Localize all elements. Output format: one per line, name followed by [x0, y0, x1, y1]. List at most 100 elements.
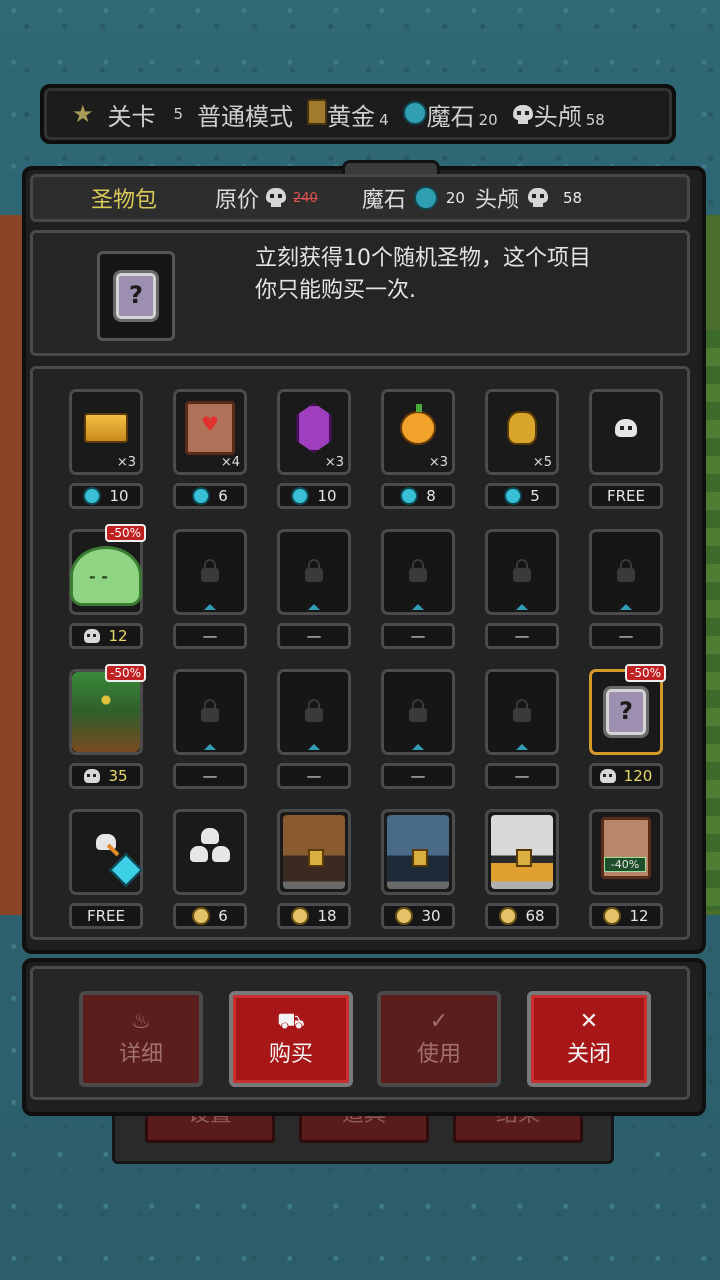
- shop-item-slot[interactable]: [69, 809, 143, 895]
- coin-currency-icon: [291, 907, 310, 925]
- shop-item-slot[interactable]: [381, 809, 455, 895]
- item-price: 10: [69, 483, 143, 509]
- item-price: 18: [277, 903, 351, 929]
- shop-cell-coupon: -40% 12: [589, 809, 663, 929]
- shop-item-slot[interactable]: ×3: [277, 389, 351, 475]
- unlock-arrow-icon: [308, 744, 320, 750]
- shop-item-slot[interactable]: ? -50%: [589, 664, 666, 755]
- heart-scroll-icon: [185, 401, 235, 455]
- item-price-value: —: [306, 627, 322, 645]
- skull-icon: [615, 419, 637, 437]
- item-price: FREE: [589, 483, 663, 509]
- shop-item-slot[interactable]: [173, 809, 247, 895]
- original-price-label: 原价: [215, 188, 260, 213]
- shop-cell-brown-chest: 18: [277, 809, 351, 929]
- description-line-2: 你只能购买一次.: [255, 278, 416, 303]
- item-price: —: [173, 623, 247, 649]
- shop-cell-treant: -50% 35: [69, 664, 146, 789]
- item-price-value: FREE: [86, 907, 125, 925]
- lock-icon: [409, 559, 427, 582]
- locked-slot[interactable]: [277, 669, 351, 755]
- locked-slot[interactable]: [485, 669, 559, 755]
- item-price: —: [277, 763, 351, 789]
- mystery-relic-icon: ?: [97, 251, 175, 341]
- item-price: —: [277, 623, 351, 649]
- locked-slot[interactable]: [381, 669, 455, 755]
- item-price: —: [589, 623, 663, 649]
- lock-icon: [201, 699, 219, 722]
- golden-apple-icon: [400, 404, 436, 445]
- locked-slot[interactable]: [381, 529, 455, 615]
- gold-chest-icon: [491, 815, 553, 889]
- shop-dialog: 圣物包 原价 240 魔石 20 头颅 58 ? 立刻获得10个随机圣物，这个项…: [22, 160, 706, 954]
- skull-icon: [512, 104, 534, 125]
- shop-item-slot[interactable]: ×3: [381, 389, 455, 475]
- item-price-value: 30: [421, 907, 441, 925]
- gem-balance-value: 20: [445, 189, 465, 207]
- skull-currency-icon: [84, 629, 101, 643]
- item-price-value: —: [618, 627, 634, 645]
- shop-item-slot[interactable]: [589, 389, 663, 475]
- shop-item-slot[interactable]: ×5: [485, 389, 559, 475]
- action-button-bar: ♨ 详细 ⛟ 购买 ✓ 使用 ✕ 关闭: [22, 958, 706, 1116]
- item-price: 30: [381, 903, 455, 929]
- item-price: 5: [485, 483, 559, 509]
- gem-value: 20: [478, 110, 498, 129]
- brown-chest-icon: [283, 815, 345, 889]
- shop-item-slot[interactable]: [277, 809, 351, 895]
- lock-icon: [513, 699, 531, 722]
- skull-balance-label: 头颅: [474, 188, 519, 213]
- item-price: 8: [381, 483, 455, 509]
- item-quantity: ×3: [428, 455, 448, 470]
- close-button[interactable]: ✕ 关闭: [527, 991, 651, 1087]
- item-price: —: [485, 763, 559, 789]
- gem-balance-icon: [413, 186, 438, 210]
- stage-label: 关卡: [107, 102, 156, 131]
- shop-item-slot[interactable]: -50%: [69, 524, 146, 615]
- cart-icon: ⛟: [277, 1009, 305, 1034]
- shop-cell-gold-bars: ×3 10: [69, 389, 143, 509]
- shop-cell-locked: —: [173, 669, 247, 789]
- details-button[interactable]: ♨ 详细: [79, 991, 203, 1087]
- locked-slot[interactable]: [173, 529, 247, 615]
- item-title: 圣物包: [91, 188, 158, 213]
- locked-slot[interactable]: [173, 669, 247, 755]
- shop-item-slot[interactable]: ×4: [173, 389, 247, 475]
- lock-icon: [513, 559, 531, 582]
- shop-item-slot[interactable]: -50%: [69, 664, 146, 755]
- shop-item-slot[interactable]: [485, 809, 559, 895]
- item-header: 圣物包 原价 240 魔石 20 头颅 58: [30, 174, 690, 222]
- item-quantity: ×3: [116, 455, 136, 470]
- stage-value: 5: [173, 105, 184, 123]
- item-price-value: 120: [623, 767, 653, 785]
- item-price-value: —: [514, 627, 530, 645]
- item-price-value: —: [306, 767, 322, 785]
- gem-icon: [402, 100, 427, 125]
- gem-currency-icon: [504, 487, 523, 505]
- lock-icon: [617, 559, 635, 582]
- item-price: —: [381, 623, 455, 649]
- bag-icon: ♨: [131, 1009, 151, 1034]
- item-price: 6: [173, 483, 247, 509]
- discount-badge: -50%: [104, 524, 146, 542]
- slime-icon: [70, 546, 142, 606]
- locked-slot[interactable]: [485, 529, 559, 615]
- item-quantity: ×5: [532, 455, 552, 470]
- lock-icon: [201, 559, 219, 582]
- shop-cell-slime: -50% 12: [69, 524, 146, 649]
- discount-badge: -50%: [624, 664, 666, 682]
- locked-slot[interactable]: [589, 529, 663, 615]
- locked-slot[interactable]: [277, 529, 351, 615]
- unlock-arrow-icon: [412, 744, 424, 750]
- buy-button[interactable]: ⛟ 购买: [229, 991, 353, 1087]
- shop-item-slot[interactable]: ×3: [69, 389, 143, 475]
- item-price-value: 10: [109, 487, 129, 505]
- item-quantity: ×4: [220, 455, 240, 470]
- gem-currency-icon: [291, 487, 310, 505]
- item-price: 35: [69, 763, 143, 789]
- item-price-value: —: [202, 627, 218, 645]
- skull-currency-icon: [84, 769, 101, 783]
- use-button[interactable]: ✓ 使用: [377, 991, 501, 1087]
- item-price: —: [173, 763, 247, 789]
- shop-item-slot[interactable]: -40%: [589, 809, 663, 895]
